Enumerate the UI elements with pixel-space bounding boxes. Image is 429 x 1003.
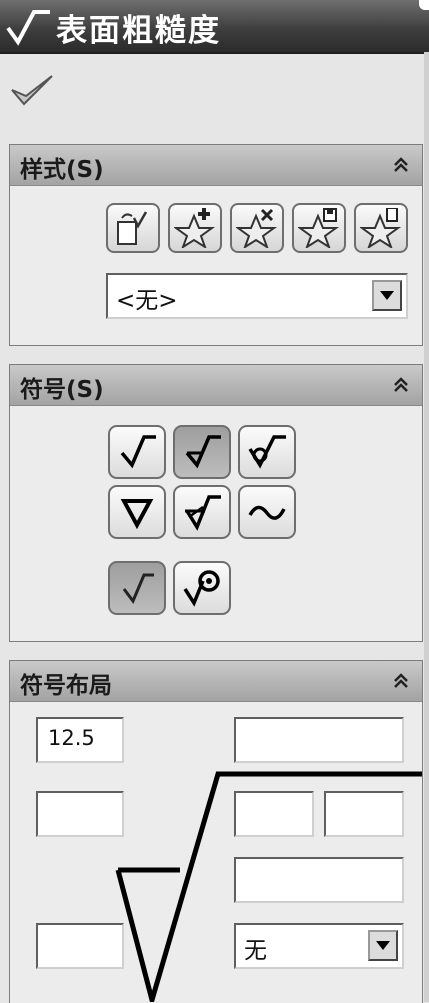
symbol-layout-panel: 符号布局 12.5 无 [9, 660, 423, 1003]
symbol-panel-title: 符号(S) [20, 377, 104, 403]
basic-symbol-button[interactable] [108, 425, 166, 479]
save-style-icon [298, 208, 340, 248]
jis-machining-button[interactable] [173, 485, 231, 539]
machining-required-button[interactable] [173, 425, 231, 479]
style-panel-header[interactable]: 样式(S) [10, 145, 422, 186]
symbol-layout-title: 符号布局 [20, 673, 112, 699]
layout-field-lower-right[interactable] [234, 857, 404, 903]
title-bar: 表面粗糙度 [0, 0, 429, 54]
update-style-button[interactable] [106, 203, 160, 253]
machining-prohibited-button[interactable] [238, 425, 296, 479]
symbol-panel-header[interactable]: 符号(S) [10, 365, 422, 406]
layout-field-bottom-left[interactable] [36, 923, 124, 969]
save-style-button[interactable] [292, 203, 346, 253]
add-style-icon [174, 208, 216, 248]
lay-direction-select[interactable]: 无 [234, 923, 404, 969]
load-style-icon [360, 208, 402, 248]
machining-prohibited-icon [248, 435, 286, 469]
style-select[interactable]: <无> [106, 273, 408, 319]
jis-no-machining-button[interactable] [238, 485, 296, 539]
collapse-icon[interactable] [390, 154, 412, 176]
jis-base-icon [120, 499, 154, 530]
delete-style-button[interactable] [230, 203, 284, 253]
chevron-down-icon[interactable] [368, 930, 398, 961]
layout-field-top-right[interactable] [234, 717, 404, 763]
jis-base-button[interactable] [108, 485, 166, 539]
title-corner-icon [419, 0, 429, 10]
all-around-button[interactable] [173, 561, 231, 615]
add-style-button[interactable] [168, 203, 222, 253]
machining-required-icon [185, 435, 221, 469]
page-title: 表面粗糙度 [56, 13, 221, 49]
lay-direction-value: 无 [244, 938, 267, 964]
update-style-icon [117, 211, 148, 245]
layout-field-mid-a[interactable] [234, 791, 314, 837]
roughness-value-input[interactable]: 12.5 [36, 717, 124, 763]
symbol-panel: 符号(S) [9, 364, 423, 642]
local-symbol-button[interactable] [108, 561, 166, 615]
tilde-icon [248, 505, 286, 520]
ok-checkmark-icon[interactable] [8, 72, 56, 108]
collapse-icon[interactable] [390, 374, 412, 396]
delete-style-icon [236, 208, 278, 248]
load-style-button[interactable] [354, 203, 408, 253]
surface-roughness-icon [6, 10, 50, 46]
symbol-layout-header[interactable]: 符号布局 [10, 661, 422, 702]
basic-roughness-icon [120, 435, 156, 469]
chevron-down-icon[interactable] [372, 280, 402, 311]
style-select-value: <无> [116, 288, 178, 314]
scrollbar-edge [424, 52, 429, 1002]
layout-field-left-middle[interactable] [36, 791, 124, 837]
basic-roughness-icon [122, 573, 154, 604]
jis-machining-icon [185, 495, 221, 531]
style-panel: 样式(S) <无> [9, 144, 423, 346]
style-panel-title: 样式(S) [20, 157, 104, 183]
layout-field-mid-b[interactable] [324, 791, 404, 837]
all-around-icon [183, 570, 220, 607]
collapse-icon[interactable] [390, 670, 412, 692]
